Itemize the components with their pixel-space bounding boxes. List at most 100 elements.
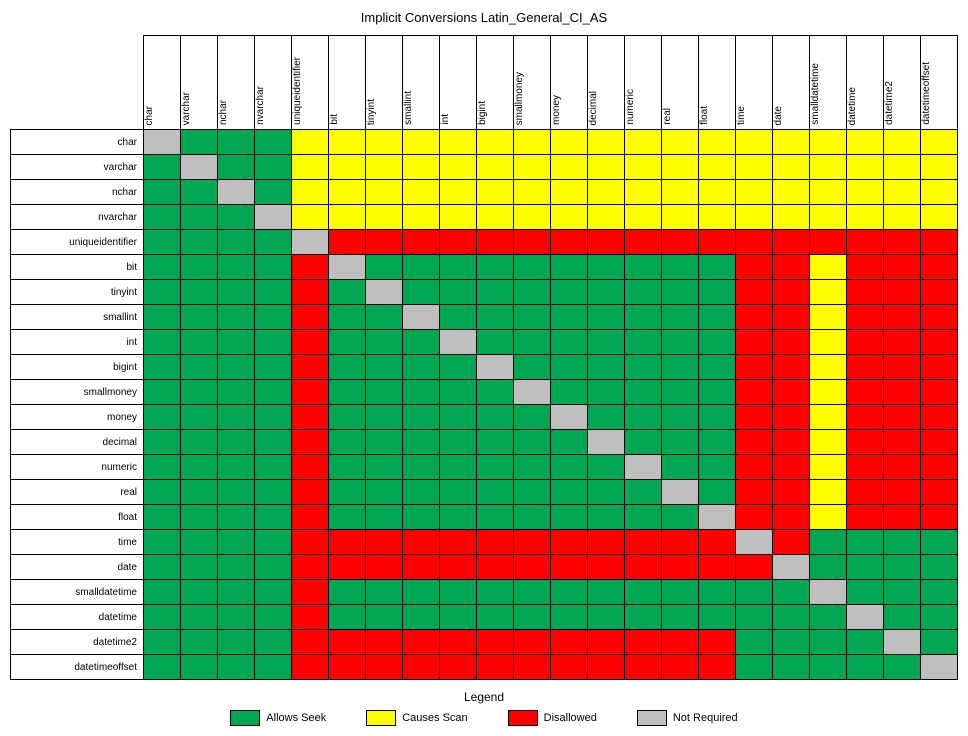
matrix-cell xyxy=(551,180,588,205)
matrix-cell xyxy=(921,430,958,455)
matrix-cell xyxy=(588,380,625,405)
matrix-cell xyxy=(292,605,329,630)
matrix-cell xyxy=(477,505,514,530)
matrix-cell xyxy=(255,280,292,305)
matrix-cell xyxy=(551,530,588,555)
matrix-cell xyxy=(292,530,329,555)
row-header: varchar xyxy=(11,155,144,180)
matrix-cell xyxy=(884,655,921,680)
row-header: numeric xyxy=(11,455,144,480)
matrix-cell xyxy=(551,555,588,580)
matrix-cell xyxy=(773,280,810,305)
matrix-cell xyxy=(403,455,440,480)
matrix-cell xyxy=(773,355,810,380)
matrix-cell xyxy=(884,255,921,280)
matrix-cell xyxy=(884,405,921,430)
row-header: smallmoney xyxy=(11,380,144,405)
row-header: int xyxy=(11,330,144,355)
matrix-cell xyxy=(699,305,736,330)
matrix-cell xyxy=(588,630,625,655)
matrix-cell xyxy=(514,255,551,280)
matrix-cell xyxy=(477,380,514,405)
matrix-cell xyxy=(403,155,440,180)
matrix-cell xyxy=(847,555,884,580)
matrix-cell xyxy=(847,480,884,505)
matrix-cell xyxy=(588,180,625,205)
matrix-cell xyxy=(736,580,773,605)
row-header: bit xyxy=(11,255,144,280)
matrix-cell xyxy=(144,305,181,330)
matrix-cell xyxy=(662,630,699,655)
matrix-cell xyxy=(514,605,551,630)
matrix-cell xyxy=(921,155,958,180)
matrix-cell xyxy=(625,305,662,330)
matrix-cell xyxy=(514,380,551,405)
matrix-cell xyxy=(255,455,292,480)
matrix-cell xyxy=(921,180,958,205)
matrix-cell xyxy=(662,380,699,405)
matrix-cell xyxy=(588,355,625,380)
matrix-cell xyxy=(773,255,810,280)
column-header: uniqueidentifier xyxy=(292,36,329,130)
matrix-cell xyxy=(773,130,810,155)
matrix-cell xyxy=(477,205,514,230)
matrix-cell xyxy=(921,530,958,555)
matrix-cell xyxy=(366,605,403,630)
matrix-cell xyxy=(477,280,514,305)
matrix-cell xyxy=(255,130,292,155)
matrix-cell xyxy=(662,605,699,630)
matrix-cell xyxy=(440,580,477,605)
matrix-cell xyxy=(884,380,921,405)
matrix-cell xyxy=(847,155,884,180)
matrix-cell xyxy=(181,580,218,605)
matrix-cell xyxy=(736,155,773,180)
matrix-cell xyxy=(181,630,218,655)
matrix-cell xyxy=(181,255,218,280)
matrix-cell xyxy=(662,580,699,605)
matrix-cell xyxy=(847,130,884,155)
heatmap-container: charvarcharncharnvarcharuniqueidentifier… xyxy=(10,35,958,680)
matrix-cell xyxy=(847,530,884,555)
matrix-cell xyxy=(403,655,440,680)
matrix-cell xyxy=(218,180,255,205)
column-header: nvarchar xyxy=(255,36,292,130)
matrix-cell xyxy=(810,480,847,505)
matrix-cell xyxy=(921,505,958,530)
matrix-cell xyxy=(773,505,810,530)
matrix-cell xyxy=(181,330,218,355)
matrix-cell xyxy=(662,355,699,380)
matrix-cell xyxy=(551,305,588,330)
matrix-cell xyxy=(773,230,810,255)
matrix-cell xyxy=(810,655,847,680)
matrix-cell xyxy=(625,630,662,655)
matrix-cell xyxy=(255,480,292,505)
matrix-cell xyxy=(218,555,255,580)
matrix-cell xyxy=(699,630,736,655)
matrix-cell xyxy=(810,205,847,230)
matrix-cell xyxy=(773,605,810,630)
matrix-cell xyxy=(181,205,218,230)
legend-swatch xyxy=(637,710,667,726)
matrix-cell xyxy=(588,605,625,630)
matrix-cell xyxy=(588,230,625,255)
matrix-cell xyxy=(551,455,588,480)
matrix-cell xyxy=(440,355,477,380)
matrix-cell xyxy=(921,330,958,355)
matrix-cell xyxy=(625,605,662,630)
matrix-cell xyxy=(329,655,366,680)
matrix-cell xyxy=(477,430,514,455)
matrix-cell xyxy=(847,230,884,255)
matrix-cell xyxy=(218,130,255,155)
matrix-cell xyxy=(551,230,588,255)
matrix-cell xyxy=(662,130,699,155)
matrix-cell xyxy=(699,580,736,605)
matrix-cell xyxy=(292,305,329,330)
matrix-cell xyxy=(625,430,662,455)
matrix-cell xyxy=(218,655,255,680)
matrix-cell xyxy=(773,305,810,330)
matrix-cell xyxy=(366,630,403,655)
matrix-cell xyxy=(810,380,847,405)
matrix-cell xyxy=(551,630,588,655)
matrix-cell xyxy=(551,655,588,680)
matrix-cell xyxy=(255,530,292,555)
